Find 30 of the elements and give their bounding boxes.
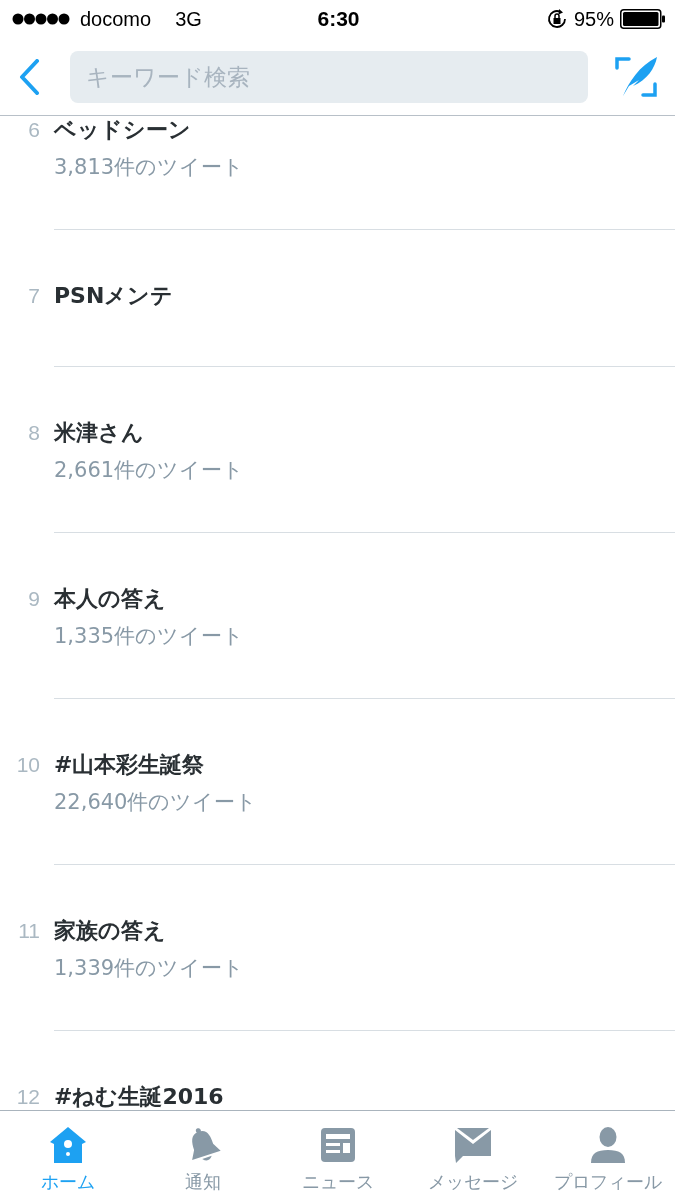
trend-name[interactable]: 家族の答え [54,917,166,945]
search-field[interactable]: キーワード検索 [70,50,588,103]
quill-compose-icon [615,55,657,98]
clock-time: 6:30 [317,7,360,31]
rotation-lock-icon [545,8,568,30]
trend-name[interactable]: #ねむ生誕2016 [54,1083,224,1110]
tweet-count: 22,640件のツイート [54,789,258,816]
trend-name[interactable]: #山本彩生誕祭 [54,751,205,779]
trend-rank: 7 [27,283,41,309]
tweet-count: 2,661件のツイート [54,457,245,484]
carrier-name: docomo [80,7,152,31]
tweet-count: 1,335件のツイート [54,623,245,650]
trend-rank: 8 [27,420,41,446]
signal-dots-icon [12,13,70,25]
trend-rank: 12 [15,1084,41,1110]
battery-percent: 95% [573,7,614,31]
battery-icon [620,9,665,29]
trend-rank: 9 [27,586,41,612]
trend-name[interactable]: 米津さん [54,419,144,447]
chevron-left-icon [18,58,40,95]
compose-button[interactable] [615,55,657,98]
trend-name[interactable]: 本人の答え [54,585,166,613]
trend-rank: 11 [17,918,41,944]
trend-name[interactable]: PSNメンテ [54,282,174,310]
trend-rank: 10 [15,752,41,778]
tweet-count: 1,339件のツイート [54,955,245,982]
trend-rank: 6 [27,117,41,143]
tweet-count: 3,813件のツイート [54,154,245,181]
trend-name[interactable]: ベッドシーン [54,116,191,144]
network-type: 3G [175,7,202,31]
